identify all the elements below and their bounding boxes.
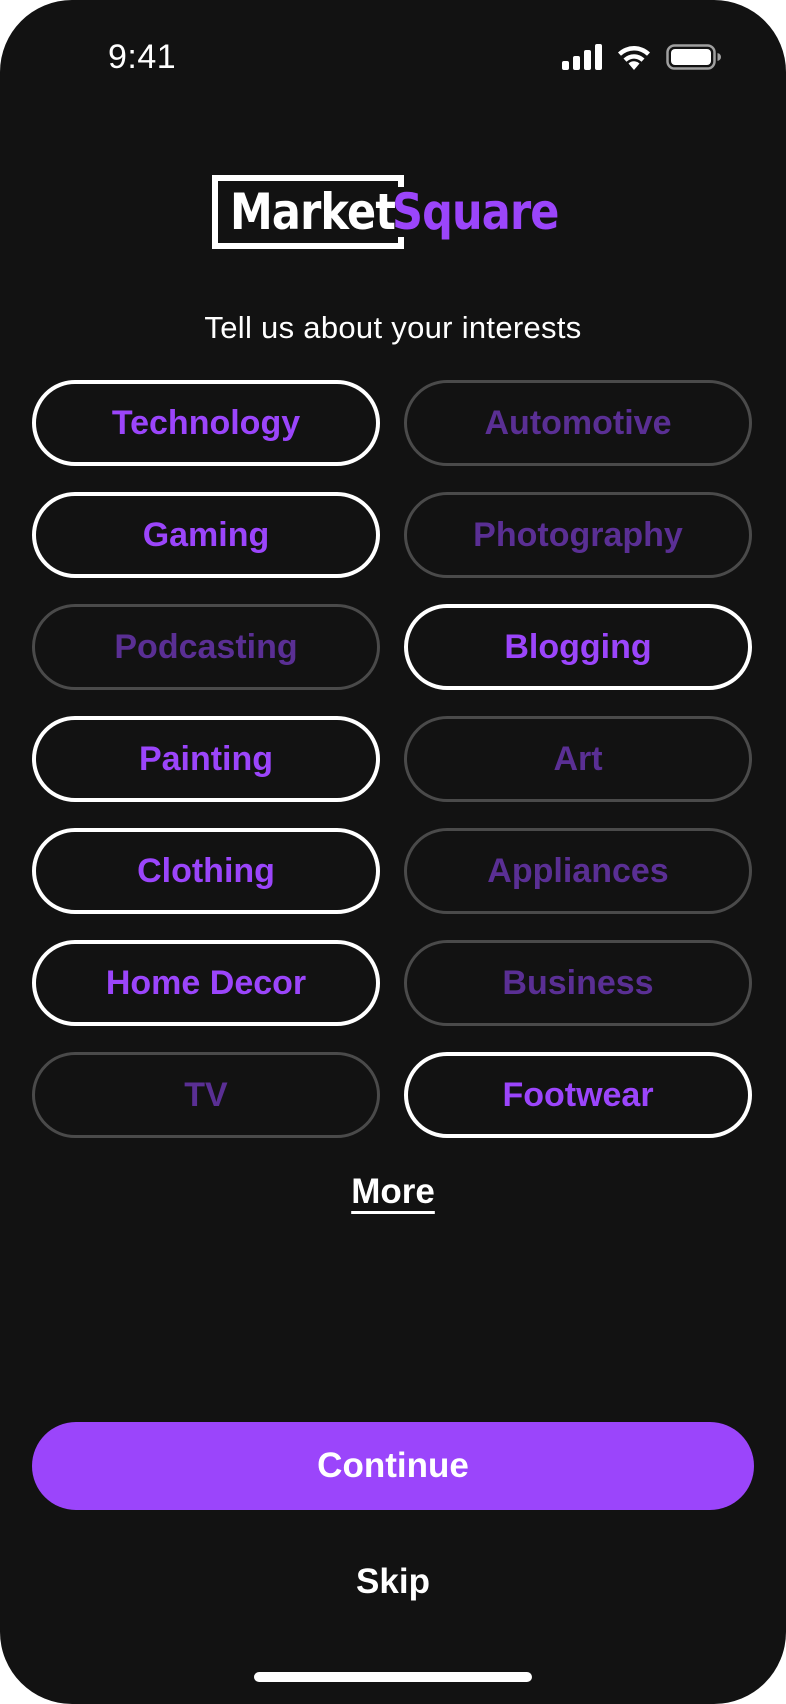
interest-chip-photography[interactable]: Photography bbox=[404, 492, 752, 578]
cellular-signal-icon bbox=[562, 44, 602, 70]
interest-grid: Technology Automotive Gaming Photography Pod… bbox=[32, 380, 752, 1138]
interest-chip-blogging[interactable]: Blogging bbox=[404, 604, 752, 690]
battery-icon bbox=[666, 44, 721, 70]
logo-text-market: Market bbox=[230, 183, 396, 241]
page-subtitle: Tell us about your interests bbox=[204, 310, 582, 345]
status-time: 9:41 bbox=[108, 38, 177, 76]
interest-chip-clothing[interactable]: Clothing bbox=[32, 828, 380, 914]
interest-chip-automotive[interactable]: Automotive bbox=[404, 380, 752, 466]
interest-chip-footwear[interactable]: Footwear bbox=[404, 1052, 752, 1138]
wifi-icon bbox=[618, 46, 650, 70]
interest-chip-gaming[interactable]: Gaming bbox=[32, 492, 380, 578]
interest-chip-business[interactable]: Business bbox=[404, 940, 752, 1026]
more-link-container: More bbox=[0, 1172, 786, 1212]
interest-chip-podcasting[interactable]: Podcasting bbox=[32, 604, 380, 690]
interest-chip-art[interactable]: Art bbox=[404, 716, 752, 802]
logo-text-square: Square bbox=[392, 183, 559, 241]
interest-chip-technology[interactable]: Technology bbox=[32, 380, 380, 466]
interest-chip-tv[interactable]: TV bbox=[32, 1052, 380, 1138]
home-indicator bbox=[254, 1672, 532, 1682]
interest-chip-painting[interactable]: Painting bbox=[32, 716, 380, 802]
interest-chip-home-decor[interactable]: Home Decor bbox=[32, 940, 380, 1026]
interest-chip-appliances[interactable]: Appliances bbox=[404, 828, 752, 914]
logo-frame: Market bbox=[212, 175, 404, 249]
marketsquare-logo: Market Square bbox=[212, 172, 586, 252]
phone-screen: 9:41 Market Square Tell us about your in… bbox=[0, 0, 786, 1704]
continue-button[interactable]: Continue bbox=[32, 1422, 754, 1510]
skip-button[interactable]: Skip bbox=[0, 1562, 786, 1602]
more-link[interactable]: More bbox=[351, 1172, 435, 1211]
status-icons bbox=[562, 44, 722, 70]
